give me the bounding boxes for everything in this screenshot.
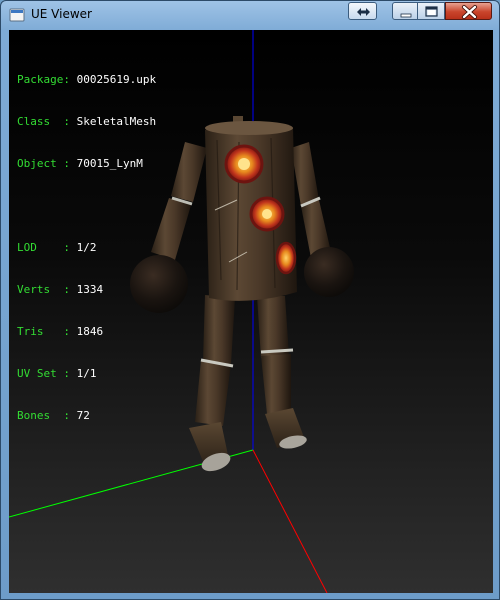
x-axis	[252, 449, 328, 593]
torso	[205, 116, 297, 301]
info-object: Object : 70015_LynM	[17, 157, 143, 170]
window-title: UE Viewer	[31, 7, 92, 21]
app-icon	[9, 8, 25, 22]
maximize-button[interactable]	[418, 2, 445, 20]
3d-viewport[interactable]: Package: 00025619.upk Class : SkeletalMe…	[9, 30, 493, 593]
left-leg	[189, 295, 235, 472]
minimize-icon	[400, 13, 412, 18]
close-button[interactable]	[445, 2, 492, 20]
right-leg	[257, 296, 307, 449]
double-arrow-icon	[357, 8, 370, 16]
title-bar[interactable]: UE Viewer	[1, 1, 499, 29]
fullscreen-button[interactable]	[348, 2, 377, 20]
mesh-info-panel: Package: 00025619.upk Class : SkeletalMe…	[17, 45, 156, 451]
info-lod: LOD : 1/2	[17, 241, 97, 254]
info-tris: Tris : 1846	[17, 325, 104, 338]
minimize-button[interactable]	[392, 2, 418, 20]
app-window: UE Viewer Package: 00025619.upk Class: …	[0, 0, 500, 600]
sun-emblem	[275, 241, 297, 275]
info-uvset: UV Set : 1/1	[17, 367, 97, 380]
close-x-icon	[462, 5, 477, 19]
info-class: Class : SkeletalMesh	[17, 115, 157, 128]
right-arm	[291, 142, 354, 297]
maximize-icon	[425, 6, 438, 17]
info-bones: Bones : 72	[17, 409, 90, 422]
info-package: Package: 00025619.upk	[17, 73, 157, 86]
info-verts: Verts : 1334	[17, 283, 104, 296]
